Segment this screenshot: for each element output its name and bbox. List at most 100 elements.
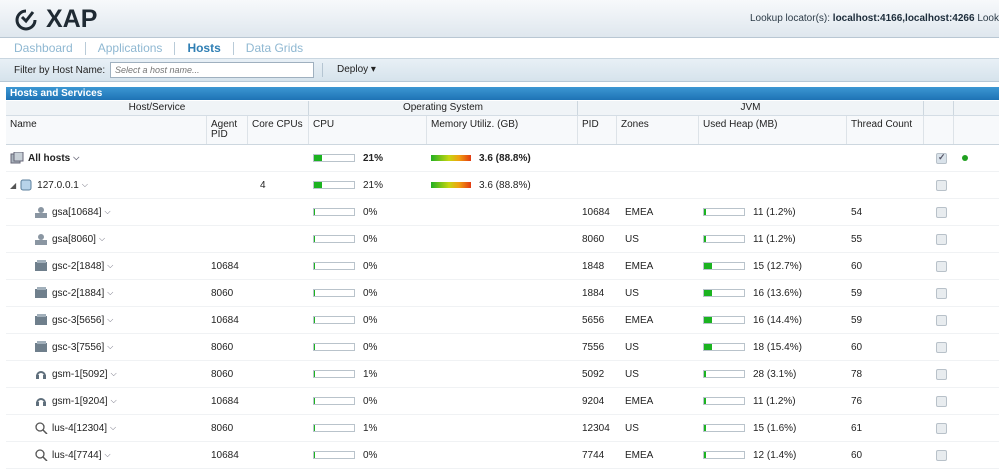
row-menu-chevron-icon[interactable]: ⌵ — [107, 261, 113, 271]
row-checkbox[interactable] — [936, 287, 947, 299]
status-cell — [954, 307, 999, 333]
col-thread-count[interactable]: Thread Count — [847, 116, 924, 144]
cpu-usage-bar — [313, 397, 355, 405]
row-menu-chevron-icon[interactable]: ⌵ — [73, 153, 79, 163]
col-zones[interactable]: Zones — [617, 116, 699, 144]
pid-cell — [578, 145, 617, 171]
row-name: gsc-3[7556] — [52, 341, 105, 353]
table-row[interactable]: gsc-3[5656] ⌵ 10684 0% 5656 EMEA 16 (14.4%) 59 — [6, 307, 999, 334]
cpu-cell: 0% — [309, 307, 427, 333]
select-cell — [924, 334, 954, 360]
row-menu-chevron-icon[interactable]: ⌵ — [111, 369, 117, 379]
agent-pid-cell: 8060 — [211, 422, 234, 434]
row-checkbox[interactable] — [936, 179, 947, 191]
heap-cell: 28 (3.1%) — [699, 361, 847, 387]
cpu-value: 21% — [363, 179, 384, 191]
col-pid[interactable]: PID — [578, 116, 617, 144]
tab-dashboard[interactable]: Dashboard — [14, 41, 86, 55]
hosts-grid: Host/Service Operating System JVM Name A… — [6, 101, 999, 469]
memory-cell — [427, 415, 578, 441]
core-cpus-cell — [248, 334, 309, 360]
table-row[interactable]: gsc-2[1884] ⌵ 8060 0% 1884 US 16 (13.6%) 59 — [6, 280, 999, 307]
agent-pid-cell: 10684 — [211, 260, 239, 272]
row-menu-chevron-icon[interactable]: ⌵ — [99, 234, 105, 244]
tab-applications[interactable]: Applications — [86, 41, 176, 55]
row-checkbox[interactable] — [936, 206, 947, 218]
xap-logo: XAP — [14, 5, 97, 34]
tab-data-grids[interactable]: Data Grids — [234, 41, 315, 55]
agent-pid-cell: 8060 — [211, 341, 234, 353]
table-row[interactable]: ◢ 127.0.0.1 ⌵ 4 21% 3.6 (88.8%) — [6, 172, 999, 199]
pid-cell: 5092 — [582, 368, 605, 380]
row-name-cell: ◢ 127.0.0.1 ⌵ — [6, 172, 207, 198]
core-cpus-cell — [248, 388, 309, 414]
status-cell — [954, 226, 999, 252]
table-row[interactable]: gsa[10684] ⌵ 0% 10684 EMEA 11 (1.2%) 54 — [6, 199, 999, 226]
status-ok-icon — [962, 155, 968, 161]
cpu-cell: 0% — [309, 253, 427, 279]
tab-hosts[interactable]: Hosts — [175, 41, 234, 55]
row-checkbox[interactable] — [936, 152, 947, 164]
thread-count-cell — [847, 145, 924, 171]
row-checkbox[interactable] — [936, 341, 947, 353]
col-core-cpus[interactable]: Core CPUs — [248, 116, 309, 144]
table-row[interactable]: gsa[8060] ⌵ 0% 8060 US 11 (1.2%) 55 — [6, 226, 999, 253]
col-agent-pid[interactable]: Agent PID — [207, 116, 248, 144]
host-name-filter-input[interactable] — [110, 62, 314, 78]
row-checkbox[interactable] — [936, 314, 947, 326]
core-cpus-cell — [248, 226, 309, 252]
row-menu-chevron-icon[interactable]: ⌵ — [105, 207, 111, 217]
row-checkbox[interactable] — [936, 260, 947, 272]
host-icon — [19, 179, 33, 191]
grid-body: All hosts⌵21%3.6 (88.8%)◢127.0.0.1⌵421%3… — [6, 145, 999, 469]
cpu-value: 0% — [363, 206, 378, 218]
table-row[interactable]: gsm-1[9204] ⌵ 10684 0% 9204 EMEA 11 (1.2%) 76 — [6, 388, 999, 415]
group-spacer — [924, 101, 954, 115]
row-menu-chevron-icon[interactable]: ⌵ — [107, 288, 113, 298]
heap-cell — [699, 145, 847, 171]
toolbar-separator — [322, 63, 323, 77]
memory-cell — [427, 199, 578, 225]
row-name-cell: gsc-3[5656] ⌵ — [6, 307, 207, 333]
expand-triangle-icon[interactable]: ◢ — [10, 181, 16, 190]
row-name: gsm-1[9204] — [52, 395, 108, 407]
status-cell — [954, 361, 999, 387]
row-checkbox[interactable] — [936, 449, 947, 461]
row-checkbox[interactable] — [936, 395, 947, 407]
cpu-value: 0% — [363, 233, 378, 245]
row-checkbox[interactable] — [936, 233, 947, 245]
row-menu-chevron-icon[interactable]: ⌵ — [104, 450, 110, 460]
col-memory[interactable]: Memory Utiliz. (GB) — [427, 116, 578, 144]
row-menu-chevron-icon[interactable]: ⌵ — [107, 342, 113, 352]
row-checkbox[interactable] — [936, 422, 947, 434]
row-menu-chevron-icon[interactable]: ⌵ — [110, 423, 116, 433]
row-menu-chevron-icon[interactable]: ⌵ — [107, 315, 113, 325]
lookup-label: Lookup locator(s): — [749, 13, 831, 24]
column-group-row: Host/Service Operating System JVM — [6, 101, 999, 116]
col-cpu[interactable]: CPU — [309, 116, 427, 144]
heap-value: 12 (1.4%) — [753, 449, 797, 461]
pid-cell: 7744 — [582, 449, 605, 461]
table-row[interactable]: All hosts ⌵ 21% 3.6 (88.8%) — [6, 145, 999, 172]
table-row[interactable]: gsc-3[7556] ⌵ 8060 0% 7556 US 18 (15.4%) 60 — [6, 334, 999, 361]
memory-usage-bar — [431, 155, 471, 161]
row-menu-chevron-icon[interactable]: ⌵ — [82, 180, 88, 190]
row-checkbox[interactable] — [936, 368, 947, 380]
zones-cell: EMEA — [625, 395, 654, 407]
zones-cell: US — [625, 287, 639, 299]
col-name[interactable]: Name — [6, 116, 207, 144]
row-name: 127.0.0.1 — [37, 179, 79, 191]
table-row[interactable]: lus-4[12304] ⌵ 8060 1% 12304 US 15 (1.6%) 61 — [6, 415, 999, 442]
col-status — [954, 116, 999, 144]
group-operating-system: Operating System — [309, 101, 578, 115]
col-used-heap[interactable]: Used Heap (MB) — [699, 116, 847, 144]
deploy-menu-button[interactable]: Deploy ▾ — [337, 64, 376, 75]
memory-cell — [427, 361, 578, 387]
select-cell — [924, 145, 954, 171]
table-row[interactable]: gsc-2[1848] ⌵ 10684 0% 1848 EMEA 15 (12.7%) 60 — [6, 253, 999, 280]
zones-cell: US — [625, 422, 639, 434]
table-row[interactable]: gsm-1[5092] ⌵ 8060 1% 5092 US 28 (3.1%) 78 — [6, 361, 999, 388]
pid-cell: 7556 — [582, 341, 605, 353]
row-menu-chevron-icon[interactable]: ⌵ — [111, 396, 117, 406]
table-row[interactable]: lus-4[7744] ⌵ 10684 0% 7744 EMEA 12 (1.4%) 60 — [6, 442, 999, 469]
